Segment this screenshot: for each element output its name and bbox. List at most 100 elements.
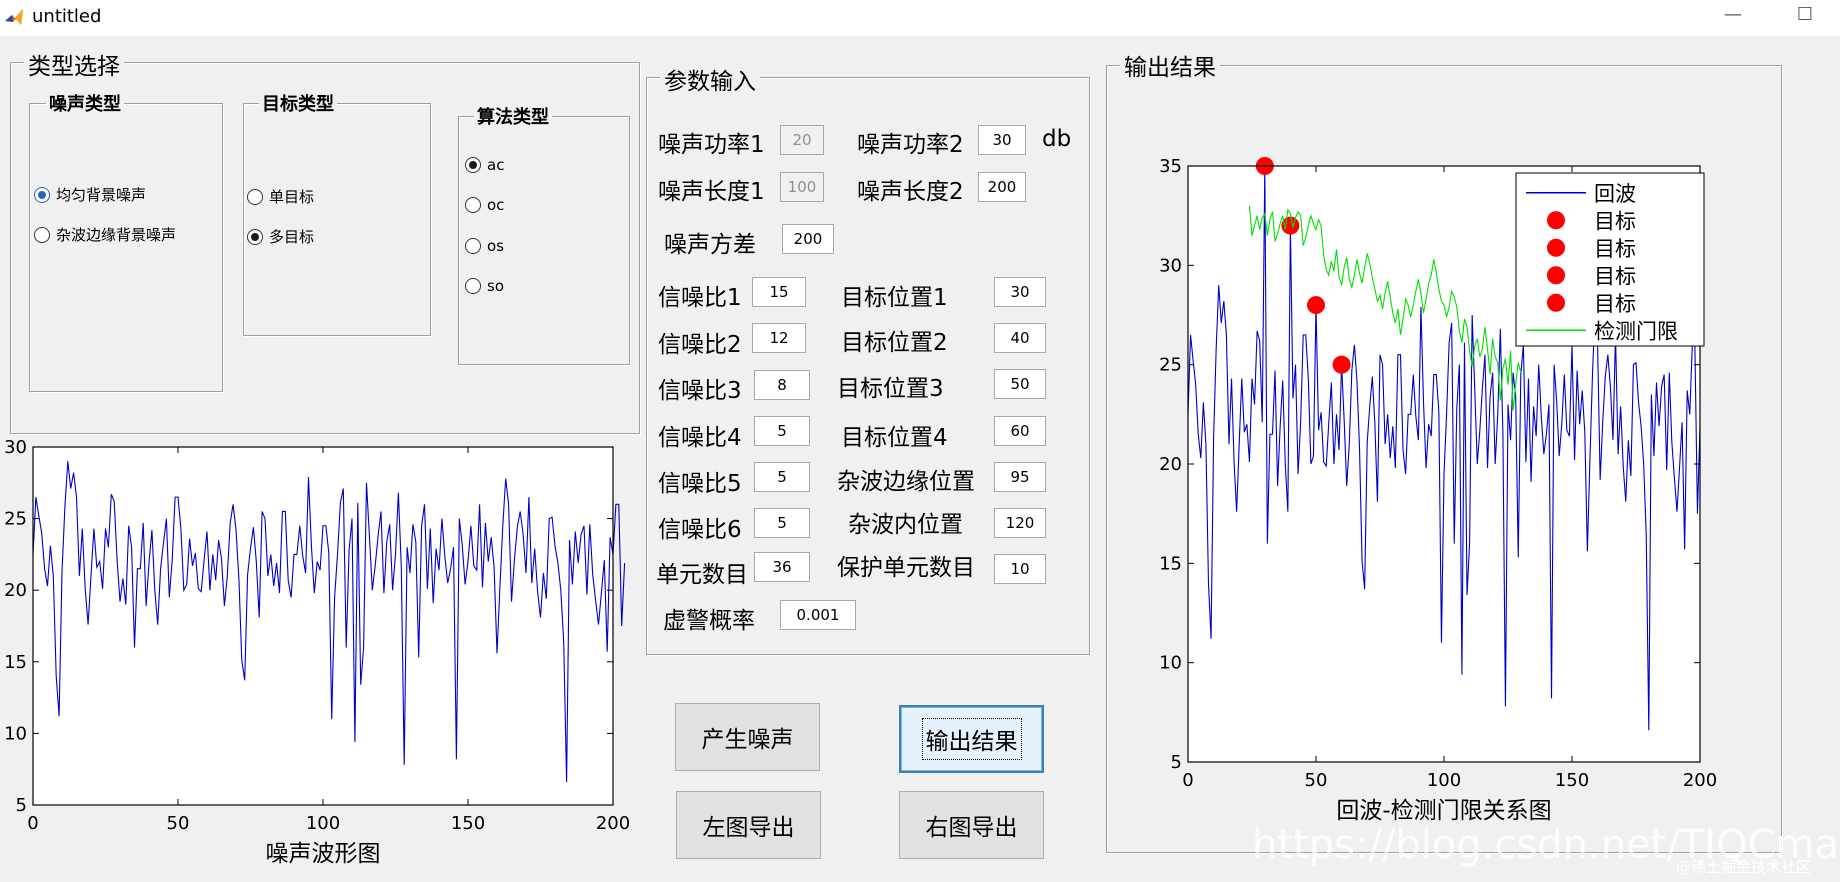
radio-circle (247, 188, 263, 205)
legend-label: 目标 (1594, 237, 1636, 261)
radio-label: 单目标 (269, 188, 315, 206)
radio-circle (34, 186, 50, 203)
radio-algo-ac[interactable]: ac (465, 156, 504, 174)
radio-multi-target[interactable]: 多目标 (247, 226, 314, 247)
type-select-title: 类型选择 (24, 47, 124, 81)
y-tick-label: 20 (1159, 454, 1182, 475)
export-left-button[interactable]: 左图导出 (676, 791, 821, 859)
y-tick-label: 15 (4, 652, 27, 673)
x-tick-label: 0 (27, 813, 38, 834)
target-pos1-label: 目标位置1 (841, 285, 948, 311)
y-tick-label: 5 (1171, 752, 1182, 773)
noise-power2-label: 噪声功率2 (857, 132, 964, 158)
radio-label: 均匀背景噪声 (56, 186, 147, 204)
radio-label: os (487, 237, 504, 255)
target-pos4-input[interactable]: 60 (994, 416, 1046, 446)
target-pos2-label: 目标位置2 (841, 330, 948, 356)
snr5-input[interactable]: 5 (754, 462, 810, 492)
x-tick-label: 200 (596, 813, 630, 834)
x-tick-label: 50 (167, 813, 190, 834)
target-pos4-label: 目标位置4 (841, 425, 948, 451)
target-type-group (243, 103, 431, 336)
y-tick-label: 35 (1159, 156, 1182, 177)
y-tick-label: 30 (1159, 255, 1182, 276)
noise-len2-label: 噪声长度2 (857, 179, 964, 205)
radio-circle (465, 278, 481, 294)
chart-legend: 回波目标目标目标目标检测门限 (1515, 172, 1705, 347)
target-marker-3 (1307, 296, 1325, 315)
pfa-input[interactable]: 0.001 (780, 600, 856, 630)
snr2-input[interactable]: 12 (752, 323, 806, 353)
cell-count-label: 单元数目 (656, 562, 748, 588)
snr1-label: 信噪比1 (658, 285, 742, 311)
radio-label: oc (487, 196, 505, 214)
matlab-logo-icon (5, 9, 23, 25)
radio-circle (247, 228, 263, 245)
guard-count-input[interactable]: 10 (994, 554, 1046, 584)
snr4-label: 信噪比4 (658, 425, 742, 451)
pfa-label: 虚警概率 (663, 608, 755, 634)
export-right-button[interactable]: 右图导出 (899, 791, 1044, 859)
radio-algo-oc[interactable]: oc (465, 196, 504, 214)
y-tick-label: 10 (1159, 653, 1182, 674)
target-marker-4 (1332, 355, 1351, 374)
radio-clutter-edge-noise[interactable]: 杂波边缘背景噪声 (34, 224, 176, 245)
window-titlebar: untitled — ☐ (0, 0, 1840, 36)
radio-algo-os[interactable]: os (465, 237, 504, 255)
radio-circle (465, 197, 481, 213)
radio-circle (34, 226, 50, 243)
legend-marker-swatch (1547, 266, 1565, 285)
legend-label: 回波 (1594, 182, 1636, 206)
y-tick-label: 15 (1159, 553, 1182, 574)
snr6-label: 信噪比6 (658, 517, 742, 543)
maximize-button[interactable]: ☐ (1785, 4, 1825, 32)
cell-count-input[interactable]: 36 (754, 552, 810, 582)
x-tick-label: 200 (1683, 770, 1717, 791)
target-pos2-input[interactable]: 40 (994, 323, 1046, 353)
radio-label: 杂波边缘背景噪声 (56, 226, 177, 244)
x-tick-label: 100 (1427, 770, 1461, 791)
minimize-button[interactable]: — (1713, 4, 1753, 32)
plot-area (33, 447, 613, 805)
noise-var-label: 噪声方差 (664, 232, 756, 258)
noise-len1-input[interactable]: 100 (780, 172, 824, 202)
snr1-input[interactable]: 15 (752, 277, 806, 307)
radio-single-target[interactable]: 单目标 (247, 186, 314, 207)
x-axis-label: 回波-检测门限关系图 (1336, 798, 1551, 824)
target-pos3-label: 目标位置3 (837, 376, 944, 402)
clutter-in-pos-label: 杂波内位置 (848, 512, 963, 538)
db-unit-label: db (1042, 126, 1072, 152)
output-result-button[interactable]: 输出结果 (899, 705, 1044, 773)
clutter-in-pos-input[interactable]: 120 (994, 508, 1046, 538)
y-tick-label: 25 (4, 509, 27, 530)
radio-algo-so[interactable]: so (465, 277, 504, 295)
radio-label: so (487, 277, 504, 295)
noise-type-group (29, 103, 223, 392)
snr6-input[interactable]: 5 (754, 508, 810, 538)
clutter-edge-pos-input[interactable]: 95 (994, 462, 1046, 492)
guard-count-label: 保护单元数目 (837, 555, 975, 581)
x-tick-label: 50 (1305, 770, 1328, 791)
noise-type-title: 噪声类型 (46, 90, 124, 116)
noise-power2-input[interactable]: 30 (978, 125, 1026, 155)
output-title: 输出结果 (1120, 48, 1220, 82)
target-pos3-input[interactable]: 50 (994, 369, 1046, 399)
legend-label: 目标 (1594, 209, 1636, 233)
radio-uniform-noise[interactable]: 均匀背景噪声 (34, 184, 146, 205)
x-tick-label: 150 (1555, 770, 1589, 791)
legend-label: 目标 (1594, 292, 1636, 316)
target-pos1-input[interactable]: 30 (994, 277, 1046, 307)
legend-marker-swatch (1547, 293, 1565, 312)
snr4-input[interactable]: 5 (754, 416, 810, 446)
noise-waveform-chart: 0 50 100 150 200 5 10 15 20 25 30 噪声波形图 (4, 440, 630, 867)
y-tick-label: 20 (4, 580, 27, 601)
params-title: 参数输入 (660, 62, 760, 96)
snr3-input[interactable]: 8 (754, 370, 810, 400)
window-title: untitled (32, 6, 102, 27)
noise-var-input[interactable]: 200 (782, 224, 834, 254)
x-tick-label: 0 (1182, 770, 1193, 791)
x-tick-label: 150 (451, 813, 485, 834)
noise-len2-input[interactable]: 200 (978, 172, 1026, 202)
generate-noise-button[interactable]: 产生噪声 (675, 703, 820, 771)
noise-power1-input[interactable]: 20 (780, 125, 824, 155)
